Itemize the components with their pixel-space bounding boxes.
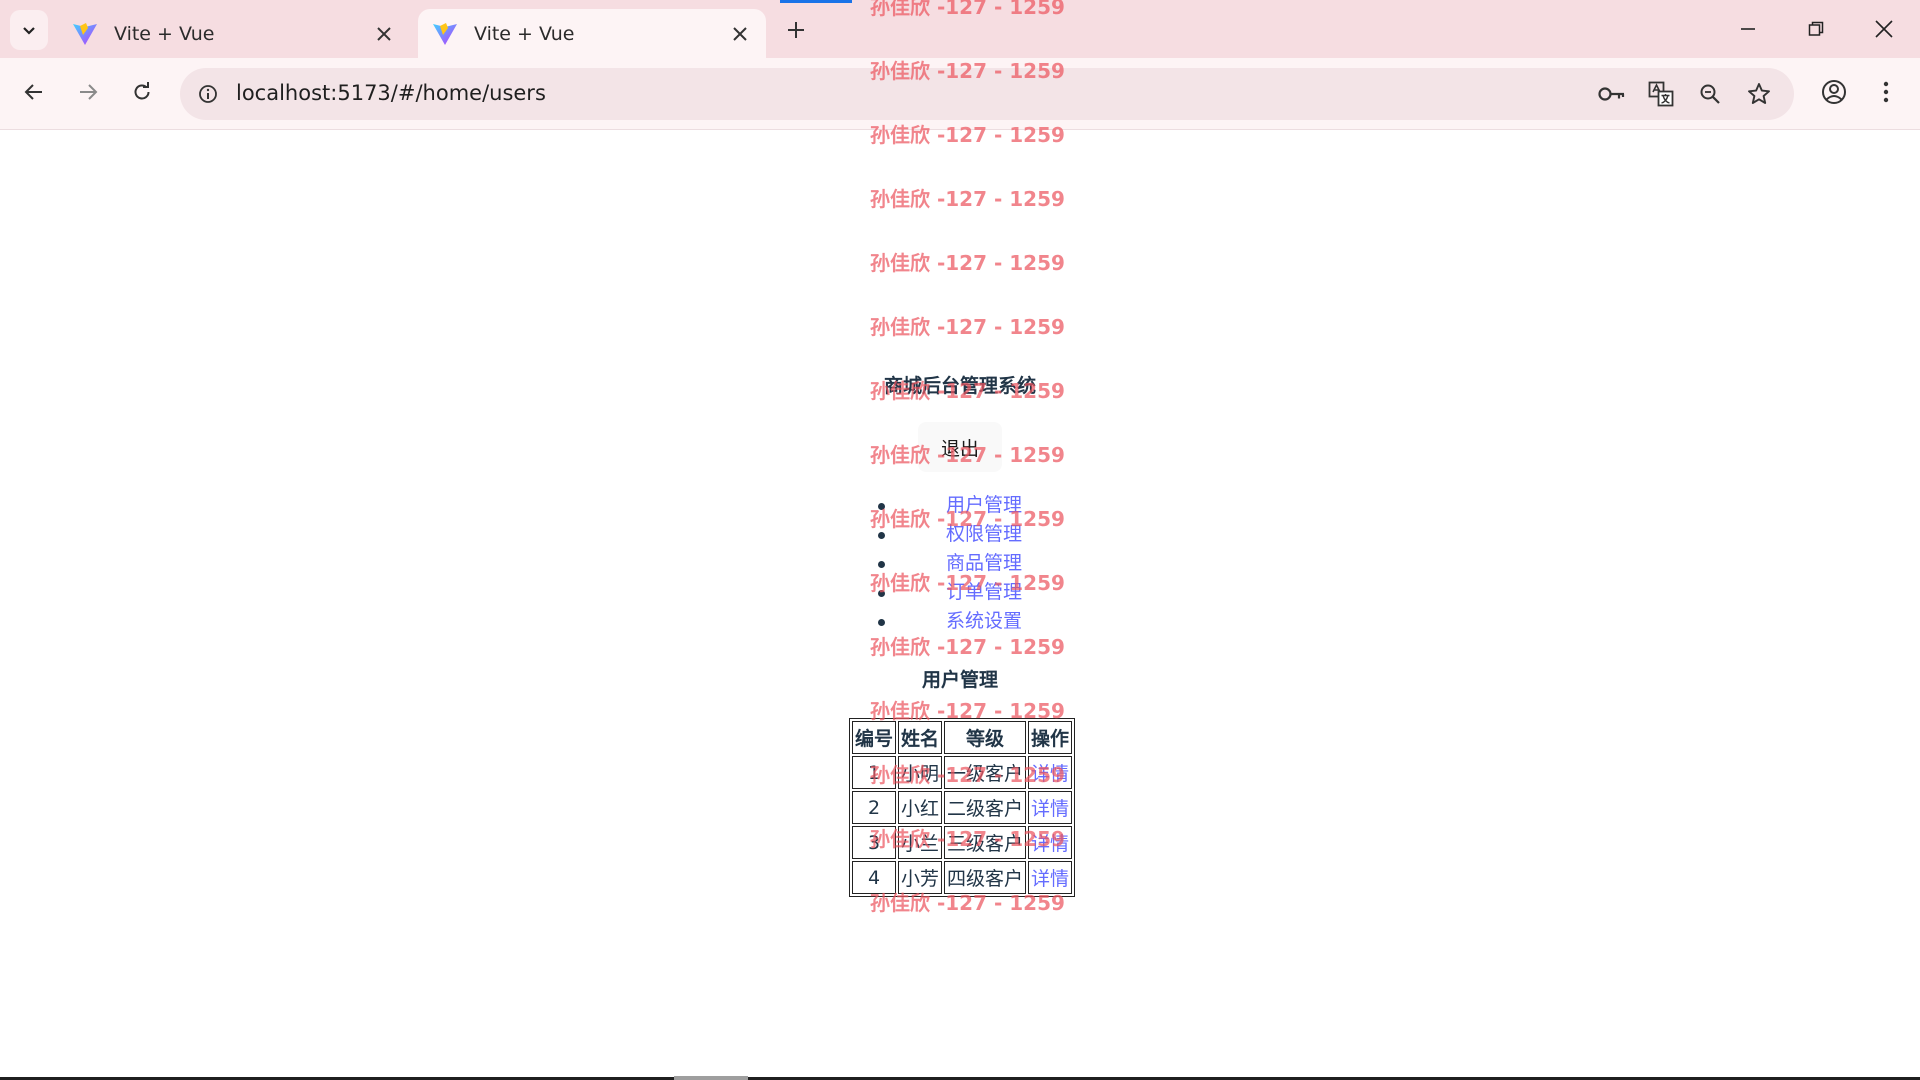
details-link[interactable]: 详情 xyxy=(1031,763,1069,785)
url-path: :5173/#/home/users xyxy=(330,81,546,105)
tab-search-button[interactable] xyxy=(10,10,48,50)
star-icon xyxy=(1748,83,1770,104)
users-table: 编号 姓名 等级 操作 1 小明 一级客户 详情 2 小红 二级客户 详情 3 … xyxy=(849,718,1076,897)
table-row: 3 小兰 三级客户 详情 xyxy=(852,826,1073,859)
vite-favicon-icon xyxy=(73,22,97,45)
menu-link-users[interactable]: 用户管理 xyxy=(946,494,1022,516)
profile-icon xyxy=(1822,80,1846,104)
reload-icon xyxy=(134,82,150,100)
close-window-icon xyxy=(1875,20,1893,38)
bullet xyxy=(878,590,885,597)
table-header-row: 编号 姓名 等级 操作 xyxy=(852,721,1073,754)
back-button[interactable] xyxy=(14,72,54,112)
tab-search-icon xyxy=(23,27,35,35)
cell-action: 详情 xyxy=(1028,826,1073,859)
cell-id: 1 xyxy=(852,756,897,789)
bullet xyxy=(878,532,885,539)
address-bar[interactable]: localhost:5173/#/home/users xyxy=(180,68,1794,120)
browser-tab-active[interactable]: Vite + Vue xyxy=(418,9,766,58)
column-header-name: 姓名 xyxy=(898,721,943,754)
tab-strip: Vite + Vue Vite + Vue xyxy=(0,0,1920,58)
menu-item-settings: 系统设置 xyxy=(878,607,1022,636)
menu-link-orders[interactable]: 订单管理 xyxy=(946,581,1022,603)
cell-level: 四级客户 xyxy=(944,861,1027,894)
cell-name: 小明 xyxy=(898,756,943,789)
cell-name: 小芳 xyxy=(898,861,943,894)
browser-menu-button[interactable] xyxy=(1870,74,1902,110)
more-icon xyxy=(1883,81,1889,103)
tab-title: Vite + Vue xyxy=(474,22,575,45)
table-row: 2 小红 二级客户 详情 xyxy=(852,791,1073,824)
menu-item-permissions: 权限管理 xyxy=(878,520,1022,549)
close-window-button[interactable] xyxy=(1862,8,1906,50)
forward-icon xyxy=(80,84,98,100)
column-header-id: 编号 xyxy=(852,721,897,754)
new-tab-button[interactable] xyxy=(780,14,812,46)
site-info-icon xyxy=(199,85,217,103)
cell-name: 小兰 xyxy=(898,826,943,859)
minimize-icon xyxy=(1741,28,1755,30)
minimize-button[interactable] xyxy=(1726,8,1770,50)
menu-link-permissions[interactable]: 权限管理 xyxy=(946,523,1022,545)
cell-action: 详情 xyxy=(1028,861,1073,894)
details-link[interactable]: 详情 xyxy=(1031,868,1069,890)
browser-toolbar: localhost:5173/#/home/users xyxy=(0,58,1920,130)
url-text[interactable]: localhost:5173/#/home/users xyxy=(236,81,546,105)
zoom-button[interactable] xyxy=(1696,80,1724,108)
cell-name: 小红 xyxy=(898,791,943,824)
zoom-icon xyxy=(1700,84,1720,104)
details-link[interactable]: 详情 xyxy=(1031,798,1069,820)
translate-icon xyxy=(1648,81,1674,107)
table-row: 1 小明 一级客户 详情 xyxy=(852,756,1073,789)
bullet xyxy=(878,619,885,626)
menu-item-users: 用户管理 xyxy=(878,491,1022,520)
column-header-action: 操作 xyxy=(1028,721,1073,754)
menu-item-orders: 订单管理 xyxy=(878,578,1022,607)
site-info-button[interactable] xyxy=(190,76,226,112)
plus-icon xyxy=(788,22,804,38)
key-icon xyxy=(1598,87,1625,101)
table-row: 4 小芳 四级客户 详情 xyxy=(852,861,1073,894)
cell-id: 3 xyxy=(852,826,897,859)
menu-link-products[interactable]: 商品管理 xyxy=(946,552,1022,574)
reload-button[interactable] xyxy=(122,72,162,112)
close-tab-button[interactable] xyxy=(372,22,396,46)
url-host: localhost xyxy=(236,81,331,105)
forward-button[interactable] xyxy=(68,72,108,112)
close-icon xyxy=(377,26,391,41)
section-title: 用户管理 xyxy=(921,669,998,691)
restore-button[interactable] xyxy=(1794,8,1838,50)
cell-level: 二级客户 xyxy=(944,791,1027,824)
bookmark-button[interactable] xyxy=(1745,80,1773,108)
loading-indicator xyxy=(780,0,852,3)
tab-title: Vite + Vue xyxy=(114,22,215,45)
nav-menu: 用户管理 权限管理 商品管理 订单管理 系统设置 xyxy=(878,491,1022,636)
vite-favicon-icon xyxy=(433,22,457,45)
cell-action: 详情 xyxy=(1028,756,1073,789)
cell-id: 2 xyxy=(852,791,897,824)
app-title: 商城后台管理系统 xyxy=(883,375,1036,397)
profile-button[interactable] xyxy=(1816,74,1852,110)
restore-icon xyxy=(1808,21,1824,36)
browser-tab[interactable]: Vite + Vue xyxy=(58,9,410,58)
details-link[interactable]: 详情 xyxy=(1031,833,1069,855)
back-icon xyxy=(24,84,42,100)
bullet xyxy=(878,561,885,568)
horizontal-scrollbar-thumb[interactable] xyxy=(674,1076,748,1080)
cell-level: 一级客户 xyxy=(944,756,1027,789)
cell-level: 三级客户 xyxy=(944,826,1027,859)
passwords-button[interactable] xyxy=(1598,80,1626,108)
translate-button[interactable] xyxy=(1647,80,1675,108)
cell-id: 4 xyxy=(852,861,897,894)
bullet xyxy=(878,503,885,510)
menu-link-settings[interactable]: 系统设置 xyxy=(946,610,1022,632)
close-tab-button[interactable] xyxy=(728,22,752,46)
logout-button[interactable]: 退出 xyxy=(918,422,1002,472)
menu-item-products: 商品管理 xyxy=(878,549,1022,578)
close-icon xyxy=(733,26,747,41)
page-content: 商城后台管理系统 退出 用户管理 权限管理 商品管理 订单管理 系统设置 用户管… xyxy=(0,131,1920,1080)
cell-action: 详情 xyxy=(1028,791,1073,824)
column-header-level: 等级 xyxy=(944,721,1027,754)
